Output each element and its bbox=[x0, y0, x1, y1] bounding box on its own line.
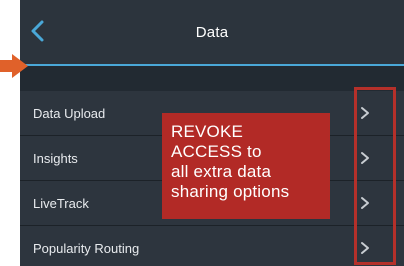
page-title: Data bbox=[195, 24, 229, 41]
list-item-label: LiveTrack bbox=[33, 196, 89, 211]
list-item-popularity-routing[interactable]: Popularity Routing bbox=[20, 226, 404, 266]
list-item-label: Insights bbox=[33, 151, 78, 166]
section-spacer bbox=[20, 66, 404, 86]
annotation-callout: REVOKE ACCESS to all extra data sharing … bbox=[162, 113, 330, 219]
arrow-right-icon bbox=[0, 54, 28, 78]
list-item-label: Data Upload bbox=[33, 106, 106, 121]
navigation-bar: Data bbox=[20, 0, 404, 66]
screenshot-stage: Data Data Upload Insights LiveTrack Popu… bbox=[0, 0, 404, 266]
chevron-highlight-box bbox=[354, 87, 396, 265]
annotation-text: REVOKE ACCESS to all extra data sharing … bbox=[171, 122, 290, 201]
list-item-label: Popularity Routing bbox=[33, 241, 140, 256]
